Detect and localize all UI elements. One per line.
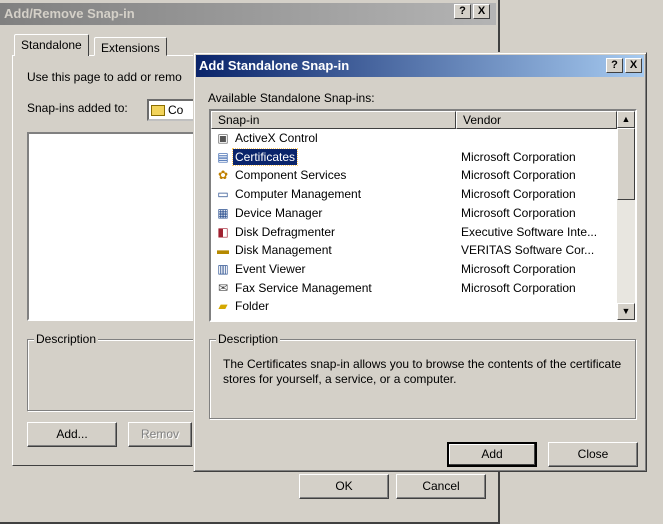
list-item[interactable]: ▣ ActiveX Control bbox=[211, 129, 617, 147]
list-item[interactable]: ▰ Folder bbox=[211, 297, 617, 315]
front-window-titlebar[interactable]: Add Standalone Snap-in bbox=[196, 55, 644, 77]
snapins-added-value: Co bbox=[168, 103, 184, 117]
list-item[interactable]: ✉ Fax Service Management Microsoft Corpora… bbox=[211, 279, 617, 297]
snapin-name: Disk Management bbox=[235, 243, 332, 258]
snapin-vendor: Microsoft Corporation bbox=[461, 168, 576, 183]
folder-icon: ▰ bbox=[218, 299, 228, 314]
disk-management-icon: ▬ bbox=[217, 243, 229, 258]
description-text: The Certificates snap-in allows you to b… bbox=[223, 357, 622, 386]
back-intro-text: Use this page to add or remo bbox=[27, 70, 182, 84]
snapin-name: Computer Management bbox=[235, 187, 362, 202]
front-description-label: Description bbox=[216, 332, 281, 346]
column-header-snapin[interactable]: Snap-in bbox=[211, 111, 456, 129]
tab-standalone[interactable]: Standalone bbox=[14, 34, 89, 56]
snapin-name: Fax Service Management bbox=[235, 280, 372, 295]
snapins-added-label: Snap-ins added to: bbox=[27, 101, 128, 115]
list-item[interactable]: ▥ Event Viewer Microsoft Corporation bbox=[211, 260, 617, 278]
list-item[interactable]: ◧ Disk Defragmenter Executive Software Int… bbox=[211, 223, 617, 241]
add-button[interactable]: Add bbox=[447, 442, 537, 467]
snapin-name: ActiveX Control bbox=[235, 131, 318, 145]
snapin-name: Component Services bbox=[235, 168, 347, 183]
list-item[interactable]: ▦ Device Manager Microsoft Corporation bbox=[211, 204, 617, 222]
activex-icon: ▣ bbox=[217, 131, 229, 145]
list-item[interactable]: ✿ Component Services Microsoft Corporation bbox=[211, 166, 617, 184]
close-button[interactable]: Close bbox=[548, 442, 638, 467]
back-window-titlebar[interactable]: Add/Remove Snap-in bbox=[0, 3, 496, 25]
snapin-vendor bbox=[461, 298, 615, 300]
back-add-button[interactable]: Add... bbox=[27, 422, 117, 447]
snapin-vendor bbox=[461, 130, 615, 132]
device-manager-icon: ▦ bbox=[217, 205, 229, 220]
column-header-vendor[interactable]: Vendor bbox=[456, 111, 617, 129]
snapin-vendor: VERITAS Software Cor... bbox=[461, 243, 595, 258]
snapin-vendor: Microsoft Corporation bbox=[461, 187, 576, 202]
event-viewer-icon: ▥ bbox=[217, 261, 229, 276]
back-description-label: Description bbox=[34, 332, 99, 346]
snapin-name: Folder bbox=[235, 299, 270, 314]
ok-button[interactable]: OK bbox=[299, 474, 389, 499]
available-snapins-label: Available Standalone Snap-ins: bbox=[208, 91, 375, 105]
triangle-up-icon: ▲ bbox=[621, 114, 631, 124]
snapin-name: Event Viewer bbox=[235, 261, 306, 276]
back-window-title: Add/Remove Snap-in bbox=[4, 6, 135, 21]
front-window-title: Add Standalone Snap-in bbox=[199, 58, 350, 73]
snapin-vendor: Microsoft Corporation bbox=[461, 149, 576, 164]
listview-scrollbar[interactable]: ▲ ▼ bbox=[617, 111, 635, 320]
listview-header: Snap-in Vendor bbox=[211, 111, 617, 129]
back-help-button[interactable]: ? bbox=[454, 4, 471, 19]
folder-icon bbox=[151, 105, 165, 117]
snapin-name: Certificates bbox=[231, 147, 299, 166]
cancel-button[interactable]: Cancel bbox=[396, 474, 486, 499]
snapin-vendor: Microsoft Corporation bbox=[461, 205, 576, 220]
snapin-vendor: Microsoft Corporation bbox=[461, 261, 576, 276]
scroll-up-button[interactable]: ▲ bbox=[617, 111, 635, 128]
tab-extensions[interactable]: Extensions bbox=[94, 37, 167, 56]
snapin-vendor: Executive Software Inte... bbox=[461, 224, 598, 239]
certificates-icon: ▤ bbox=[217, 149, 229, 164]
front-help-button[interactable]: ? bbox=[606, 58, 623, 73]
snapin-listview[interactable]: Snap-in Vendor ▣ ActiveX Control ▤ Certific… bbox=[209, 109, 637, 322]
list-item[interactable]: ▭ Computer Management Microsoft Corporatio… bbox=[211, 185, 617, 203]
fax-icon: ✉ bbox=[217, 280, 229, 295]
list-item[interactable]: ▤ Certificates Microsoft Corporation bbox=[211, 147, 617, 166]
add-standalone-snapin-dialog: Add Standalone Snap-in ? X Available Sta… bbox=[193, 52, 647, 472]
snapin-name: Device Manager bbox=[235, 205, 323, 220]
scroll-down-button[interactable]: ▼ bbox=[617, 303, 635, 320]
triangle-down-icon: ▼ bbox=[621, 306, 631, 316]
list-item[interactable]: ▬ Disk Management VERITAS Software Cor... bbox=[211, 241, 617, 259]
front-close-button[interactable]: X bbox=[625, 58, 642, 73]
front-description-group: Description The Certificates snap-in all… bbox=[209, 332, 636, 419]
snapin-name: Disk Defragmenter bbox=[235, 224, 336, 239]
disk-defragmenter-icon: ◧ bbox=[217, 224, 229, 239]
scroll-thumb[interactable] bbox=[617, 128, 635, 200]
back-close-button[interactable]: X bbox=[473, 4, 490, 19]
computer-management-icon: ▭ bbox=[217, 187, 229, 202]
remove-button[interactable]: Remov bbox=[128, 422, 192, 447]
component-services-icon: ✿ bbox=[217, 168, 229, 183]
added-snapins-list[interactable] bbox=[27, 132, 202, 321]
back-description-group: Description bbox=[27, 332, 197, 411]
snapin-vendor: Microsoft Corporation bbox=[461, 280, 576, 295]
